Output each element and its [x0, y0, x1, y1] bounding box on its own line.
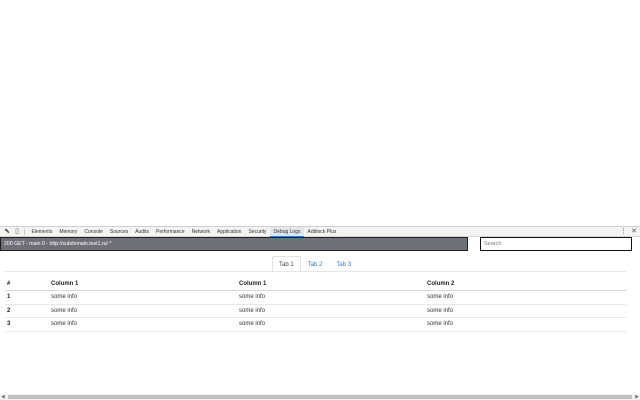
close-icon[interactable]: ✕	[631, 228, 637, 236]
devtools-tab-adblock-plus[interactable]: Adblock Plus	[304, 227, 340, 237]
tab-2[interactable]: Tab 2	[301, 256, 330, 272]
panel-tabs: Tab 1 Tab 2 Tab 3	[272, 256, 358, 272]
toolbar-divider	[24, 229, 25, 235]
table-cell: some info	[49, 304, 237, 318]
table-row[interactable]: 3 some info some info some info	[5, 317, 626, 332]
column-header: Column 1	[237, 278, 425, 291]
devtools-tab-application[interactable]: Application	[213, 227, 244, 237]
devtools-tab-audits[interactable]: Audits	[132, 227, 153, 237]
tab-3[interactable]: Tab 3	[329, 256, 358, 272]
request-selector[interactable]: 200 GET - main 0 - http://subdomain.test…	[0, 237, 468, 251]
table-cell: some info	[425, 304, 626, 318]
devtools-tab-security[interactable]: Security	[245, 227, 270, 237]
table-cell: some info	[425, 290, 626, 305]
devtools-tab-console[interactable]: Console	[81, 227, 106, 237]
table-cell: some info	[425, 317, 626, 332]
horizontal-scrollbar[interactable]: ◀ ▶	[0, 394, 640, 400]
devtools-tab-network[interactable]: Network	[188, 227, 213, 237]
tab-1[interactable]: Tab 1	[272, 256, 301, 272]
devtools-tab-performance[interactable]: Performance	[153, 227, 189, 237]
table-row[interactable]: 1 some info some info some info	[5, 290, 626, 305]
column-header: Column 1	[49, 278, 237, 291]
tabs-divider	[5, 271, 626, 272]
row-number: 1	[5, 290, 49, 305]
devtools-tab-elements[interactable]: Elements	[28, 227, 56, 237]
table-body: 1 some info some info some info 2 some info so…	[5, 290, 626, 332]
request-label: 200 GET - main 0 - http://subdomain.test…	[4, 241, 112, 247]
devtools-tab-debug-logs[interactable]: Debug Logs	[270, 227, 304, 237]
table-cell: some info	[49, 290, 237, 305]
devtools-panel: ⬉ ▯ Elements Memory Console Sources Audits Pe…	[0, 226, 640, 400]
page-viewport	[0, 0, 640, 226]
column-header: Column 2	[425, 278, 626, 291]
table-cell: some info	[237, 304, 425, 318]
table-cell: some info	[237, 317, 425, 332]
devtools-tab-memory[interactable]: Memory	[56, 227, 81, 237]
more-menu-icon[interactable]: ⋮	[620, 228, 627, 236]
scrollbar-thumb[interactable]	[8, 395, 632, 399]
table-header-row: # Column 1 Column 1 Column 2	[5, 278, 626, 291]
row-number: 3	[5, 317, 49, 332]
log-table: # Column 1 Column 1 Column 2 1 some info some…	[5, 278, 626, 332]
table-cell: some info	[49, 317, 237, 332]
row-number: 2	[5, 304, 49, 318]
devtools-tab-strip: Elements Memory Console Sources Audits Perfor…	[28, 227, 340, 237]
table-cell: some info	[237, 290, 425, 305]
scroll-left-icon[interactable]: ◀	[1, 394, 5, 400]
scroll-right-icon[interactable]: ▶	[635, 394, 639, 400]
devtools-toolbar: ⬉ ▯ Elements Memory Console Sources Audits Pe…	[0, 226, 640, 237]
devtools-tab-sources[interactable]: Sources	[106, 227, 131, 237]
table-row[interactable]: 2 some info some info some info	[5, 304, 626, 318]
search-input[interactable]	[480, 237, 632, 251]
device-toolbar-icon[interactable]: ▯	[13, 228, 21, 236]
column-header: #	[5, 278, 49, 291]
inspect-element-icon[interactable]: ⬉	[3, 228, 11, 236]
